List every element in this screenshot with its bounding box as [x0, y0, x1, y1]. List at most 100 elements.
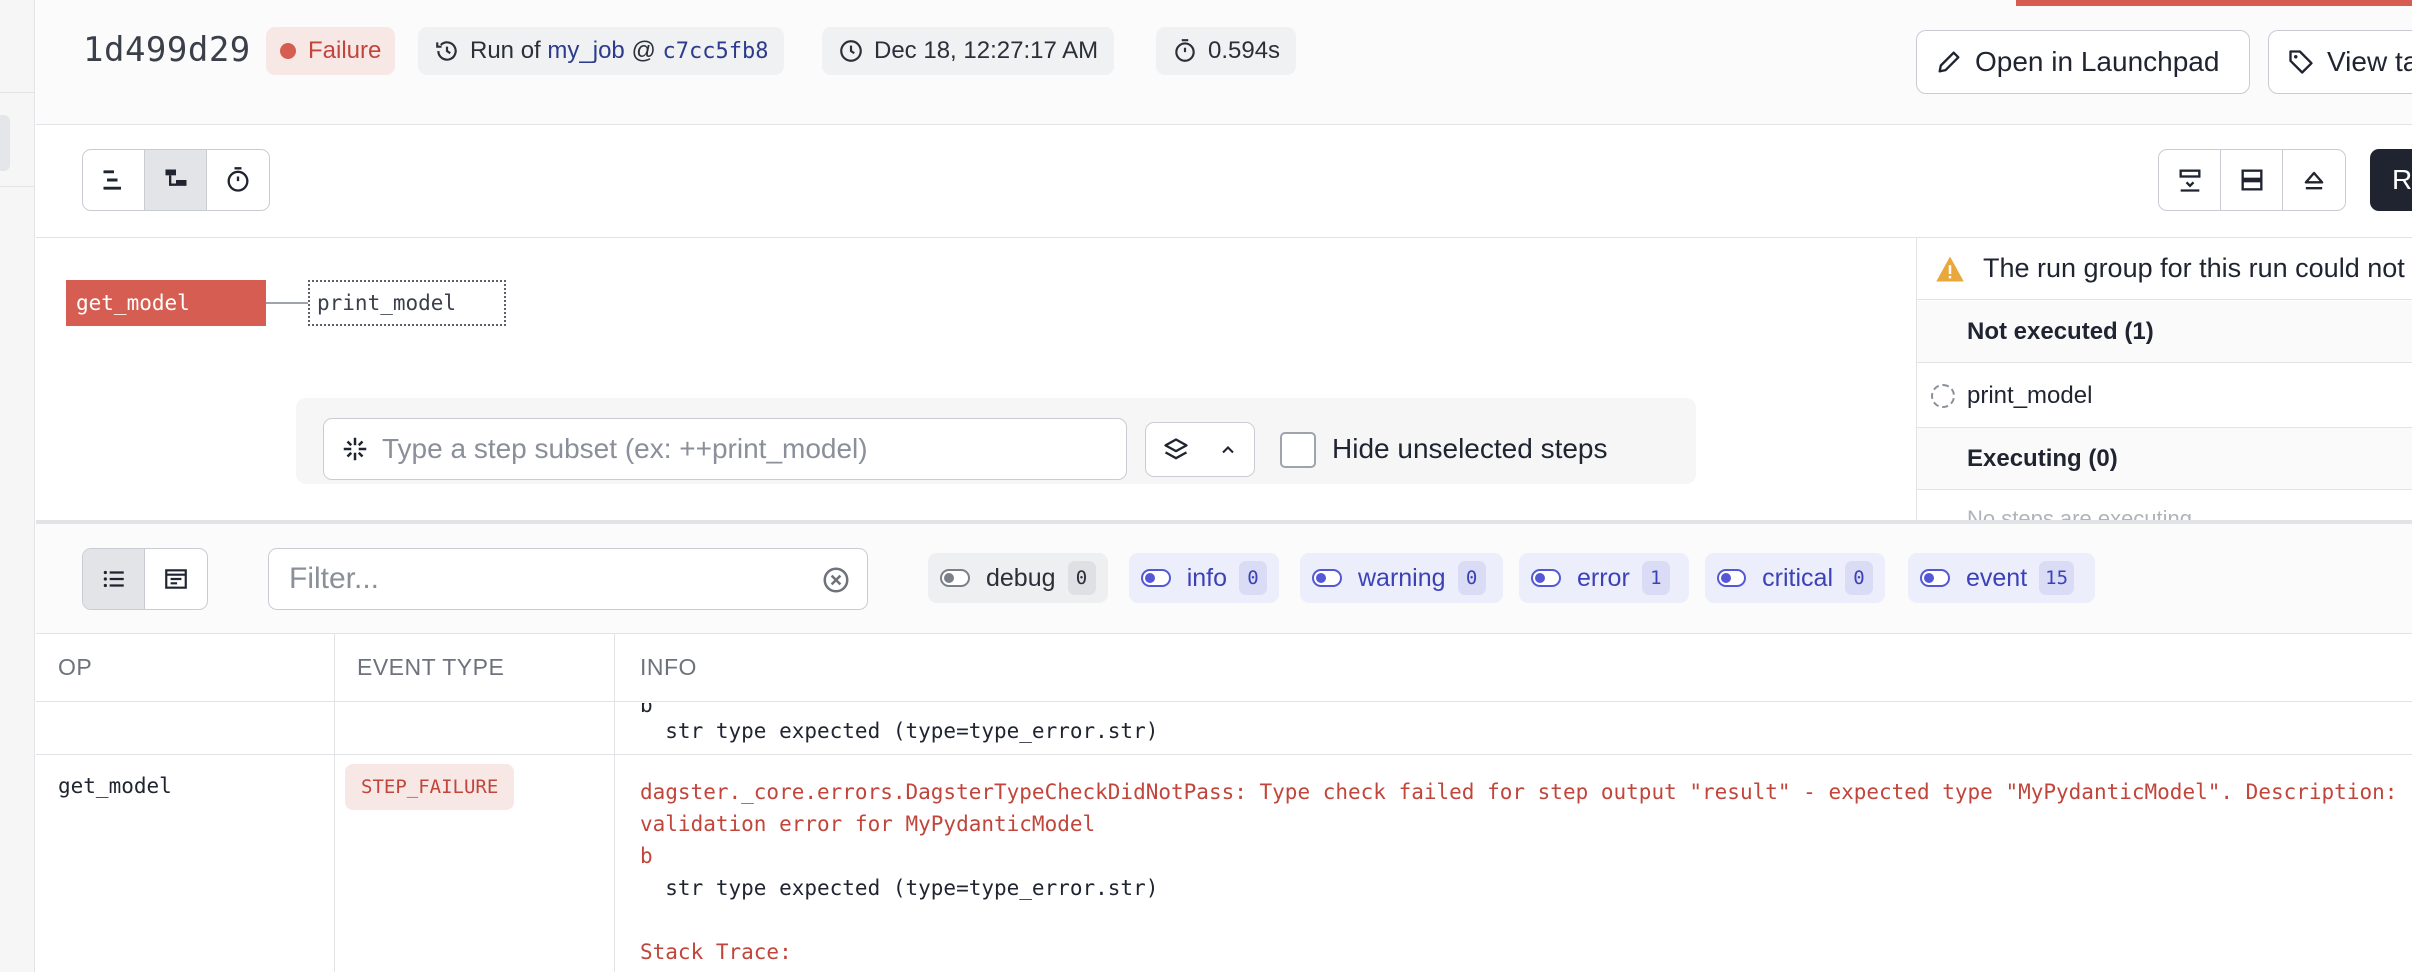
log-table-header: OP EVENT TYPE INFO: [36, 634, 2412, 702]
status-badge: Failure: [266, 27, 396, 75]
step-label: print_model: [317, 291, 457, 315]
gantt-view-toggle: [82, 149, 270, 211]
chevron-up-icon: [1222, 445, 1234, 453]
not-executed-section[interactable]: Not executed (1): [1917, 301, 2412, 363]
level-count: 1: [1641, 561, 1670, 595]
step-box-get-model[interactable]: get_model: [66, 280, 266, 326]
timestamp-chip: Dec 18, 12:27:17 AM: [822, 27, 1115, 75]
column-header-event-type: EVENT TYPE: [357, 654, 505, 680]
eject-icon: [2304, 171, 2324, 190]
layers-dropdown-button[interactable]: [1145, 422, 1255, 477]
log-level-warning-toggle[interactable]: warning 0: [1300, 553, 1503, 603]
log-level-event-toggle[interactable]: event 15: [1908, 553, 2095, 603]
log-level-critical-toggle[interactable]: critical 0: [1705, 553, 1885, 603]
status-dot-icon: [280, 43, 296, 59]
info-line: str type expected (type=type_error.str): [640, 719, 1159, 743]
toggle-icon: [940, 569, 970, 587]
failure-accent-bar: [2016, 0, 2412, 6]
terminal-window-icon: [165, 569, 187, 589]
run-of-chip: Run of my_job @ c7cc5fb8: [418, 27, 785, 75]
reexecute-label: R: [2392, 164, 2412, 195]
executing-section[interactable]: Executing (0): [1917, 428, 2412, 490]
panel-layout-toggle: [2158, 149, 2346, 211]
table-row[interactable]: b str type expected (type=type_error.str…: [36, 703, 2412, 755]
snapshot-link[interactable]: c7cc5fb8: [662, 39, 768, 64]
job-link[interactable]: my_job: [547, 37, 624, 65]
hide-unselected-label: Hide unselected steps: [1332, 433, 1608, 464]
level-name: error: [1577, 563, 1630, 592]
view-tags-label: View ta: [2327, 46, 2412, 77]
level-name: debug: [986, 563, 1056, 592]
waterfall-view-button[interactable]: [83, 150, 145, 210]
gantt-toolbar: R: [36, 125, 2412, 238]
flat-view-button[interactable]: [145, 150, 207, 210]
timing-view-button[interactable]: [207, 150, 269, 210]
raw-logs-button[interactable]: [145, 549, 207, 609]
clock-icon: [840, 40, 862, 62]
run-id: 1d499d29: [83, 30, 251, 70]
stopwatch-icon: [227, 167, 249, 192]
hide-unselected-checkbox[interactable]: [1280, 432, 1316, 468]
tag-icon: [2289, 50, 2313, 74]
split-icon: [2241, 169, 2262, 191]
info-line: b: [640, 703, 653, 717]
level-count: 0: [1239, 561, 1267, 595]
log-filter-input[interactable]: Filter...: [268, 548, 868, 610]
column-header-info: INFO: [640, 654, 697, 680]
step-list-item[interactable]: print_model: [1917, 364, 2412, 428]
collapse-down-icon: [2179, 169, 2200, 192]
toggle-icon: [1141, 569, 1171, 587]
expand-top-button[interactable]: [2159, 150, 2221, 210]
view-tags-button[interactable]: View ta: [2268, 30, 2412, 94]
run-header: 1d499d29 Failure Run of my_job @ c7cc5fb…: [36, 0, 2412, 125]
level-name: info: [1186, 563, 1227, 592]
duration: 0.594s: [1208, 37, 1281, 64]
history-icon: [436, 41, 457, 61]
timestamp: Dec 18, 12:27:17 AM: [874, 37, 1099, 64]
log-level-debug-toggle[interactable]: debug 0: [928, 553, 1108, 603]
error-line: b: [640, 844, 653, 868]
waterfall-icon: [103, 170, 121, 190]
step-subset-input[interactable]: Type a step subset (ex: ++print_model): [323, 418, 1127, 480]
op-cell: get_model: [58, 774, 172, 798]
level-count: 15: [2039, 561, 2075, 595]
structured-logs-button[interactable]: [83, 549, 145, 609]
left-nav-active-item[interactable]: [0, 115, 10, 171]
reexecute-button[interactable]: R: [2370, 149, 2412, 211]
log-level-info-toggle[interactable]: info 0: [1129, 553, 1279, 603]
log-table: OP EVENT TYPE INFO b str type expected (…: [36, 634, 2412, 972]
level-count: 0: [1845, 561, 1873, 595]
level-count: 0: [1457, 561, 1486, 595]
status-label: Failure: [308, 37, 382, 64]
stack-trace-label: Stack Trace:: [640, 940, 792, 964]
level-name: event: [1966, 563, 2028, 592]
table-row[interactable]: get_model STEP_FAILURE dagster._core.err…: [36, 756, 2412, 972]
step-label: get_model: [76, 291, 190, 315]
step-box-print-model[interactable]: print_model: [308, 280, 506, 326]
section-label: Executing (0): [1967, 444, 2118, 472]
pencil-icon: [1938, 51, 1960, 73]
split-view-button[interactable]: [2221, 150, 2283, 210]
subset-placeholder: Type a step subset (ex: ++print_model): [382, 433, 868, 464]
event-type-badge: STEP_FAILURE: [345, 764, 515, 810]
left-nav-divider: [0, 186, 35, 187]
left-nav-divider: [0, 92, 35, 93]
pending-circle-icon: [1931, 383, 1955, 408]
level-name: warning: [1358, 563, 1446, 592]
warning-text: The run group for this run could not: [1983, 253, 2405, 283]
expand-bottom-button[interactable]: [2283, 150, 2345, 210]
toggle-icon: [1312, 569, 1342, 587]
error-line: dagster._core.errors.DagsterTypeCheckDid…: [640, 780, 2412, 804]
column-header-op: OP: [58, 654, 93, 680]
level-name: critical: [1762, 563, 1833, 592]
open-launchpad-button[interactable]: Open in Launchpad: [1916, 30, 2250, 94]
clear-filter-icon[interactable]: [821, 565, 851, 595]
log-filter-bar: Filter... debug 0 info 0 warning 0 error…: [36, 524, 2412, 634]
open-launchpad-label: Open in Launchpad: [1975, 46, 2220, 77]
error-detail-line: str type expected (type=type_error.str): [640, 876, 1159, 900]
step-connector: [266, 302, 308, 304]
at-sign: @: [631, 37, 656, 64]
step-status-panel: The run group for this run could not Not…: [1916, 238, 2412, 520]
filter-placeholder: Filter...: [289, 562, 380, 595]
log-level-error-toggle[interactable]: error 1: [1519, 553, 1689, 603]
